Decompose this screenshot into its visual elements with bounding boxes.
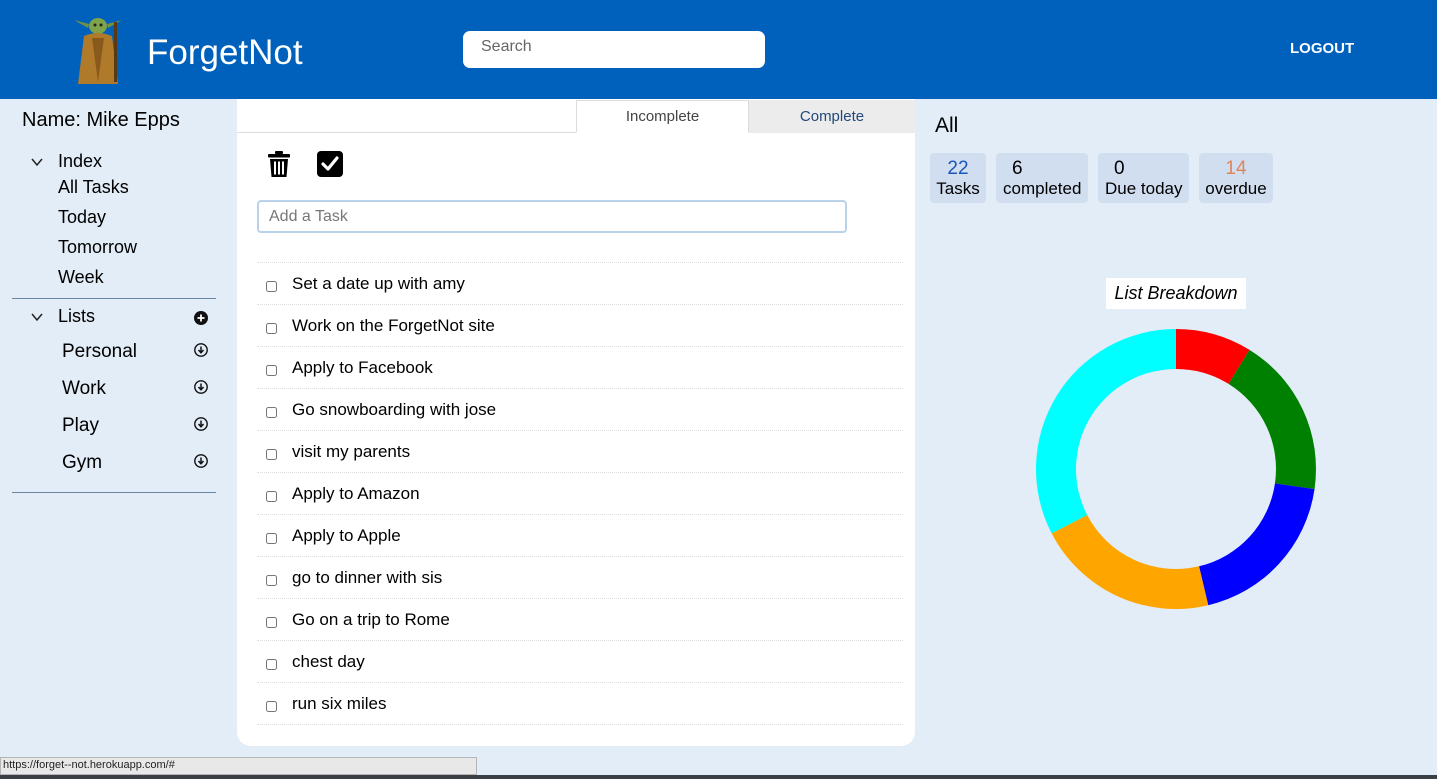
search-input[interactable] <box>463 31 765 68</box>
task-panel: Incomplete Complete Set a date up with a… <box>237 99 915 746</box>
tab-incomplete[interactable]: Incomplete <box>576 100 749 133</box>
sidebar-item-week[interactable]: Week <box>58 267 104 288</box>
donut-slice-4[interactable] <box>1051 514 1209 609</box>
task-checkbox[interactable] <box>266 281 277 292</box>
stat-overdue-label: overdue <box>1205 179 1267 198</box>
stat-completed-value: 6 <box>1012 158 1023 179</box>
task-row: go to dinner with sis <box>257 557 903 599</box>
task-label[interactable]: Apply to Amazon <box>292 484 420 504</box>
stat-overdue: 14 overdue <box>1199 153 1273 203</box>
app-header: ForgetNot LOGOUT <box>0 0 1437 99</box>
task-label[interactable]: Go on a trip to Rome <box>292 610 450 630</box>
task-checkbox[interactable] <box>266 533 277 544</box>
summary-title: All <box>935 114 959 137</box>
donut-slice-5[interactable] <box>1036 329 1176 534</box>
add-list-icon[interactable] <box>194 311 208 325</box>
task-row: Go snowboarding with jose <box>257 389 903 431</box>
sidebar-list-personal[interactable]: Personal <box>62 341 137 363</box>
stat-tasks-value: 22 <box>947 158 969 179</box>
list-breakdown-donut-chart <box>1036 329 1316 609</box>
stat-overdue-value: 14 <box>1225 158 1247 179</box>
tab-complete[interactable]: Complete <box>749 100 915 133</box>
trash-icon[interactable] <box>265 149 293 179</box>
task-checkbox[interactable] <box>266 365 277 376</box>
circle-arrow-down-icon[interactable] <box>194 454 208 468</box>
task-row: visit my parents <box>257 431 903 473</box>
add-task-input[interactable] <box>257 200 847 233</box>
brand-name[interactable]: ForgetNot <box>147 33 303 73</box>
yoda-logo-icon[interactable] <box>70 12 126 86</box>
task-row: Work on the ForgetNot site <box>257 305 903 347</box>
task-row: Apply to Amazon <box>257 473 903 515</box>
stat-completed-label: completed <box>1003 179 1082 198</box>
task-row: chest day <box>257 641 903 683</box>
stat-tasks: 22 Tasks <box>930 153 986 203</box>
stat-tasks-label: Tasks <box>936 179 980 198</box>
task-label[interactable]: Go snowboarding with jose <box>292 400 496 420</box>
task-row: Apply to Facebook <box>257 347 903 389</box>
donut-slice-2[interactable] <box>1228 349 1316 490</box>
circle-arrow-down-icon[interactable] <box>194 417 208 431</box>
chevron-down-icon <box>31 313 43 321</box>
sidebar-list-gym[interactable]: Gym <box>62 452 102 474</box>
lists-section-label: Lists <box>58 306 96 326</box>
task-label[interactable]: Apply to Apple <box>292 526 401 546</box>
task-checkbox[interactable] <box>266 449 277 460</box>
task-row: run six miles <box>257 683 903 725</box>
task-label[interactable]: go to dinner with sis <box>292 568 442 588</box>
circle-arrow-down-icon[interactable] <box>194 343 208 357</box>
chart-title: List Breakdown <box>1106 278 1246 309</box>
task-label[interactable]: visit my parents <box>292 442 410 462</box>
task-checkbox[interactable] <box>266 575 277 586</box>
chevron-down-icon <box>31 158 43 166</box>
sidebar-item-tomorrow[interactable]: Tomorrow <box>58 237 137 258</box>
task-row: Set a date up with amy <box>257 263 903 305</box>
task-label[interactable]: Set a date up with amy <box>292 274 465 294</box>
task-checkbox[interactable] <box>266 617 277 628</box>
task-row: Apply to Apple <box>257 515 903 557</box>
sidebar-item-today[interactable]: Today <box>58 207 106 228</box>
task-label[interactable]: chest day <box>292 652 365 672</box>
stat-completed: 6 completed <box>996 153 1088 203</box>
task-checkbox[interactable] <box>266 701 277 712</box>
sidebar-divider <box>12 298 216 299</box>
sidebar-divider <box>12 492 216 493</box>
index-section-label: Index <box>58 151 103 171</box>
circle-arrow-down-icon[interactable] <box>194 380 208 394</box>
lists-section-toggle[interactable]: Lists <box>30 306 95 327</box>
task-label[interactable]: Apply to Facebook <box>292 358 433 378</box>
sidebar-item-all-tasks[interactable]: All Tasks <box>58 177 129 198</box>
task-checkbox[interactable] <box>266 491 277 502</box>
logout-button[interactable]: LOGOUT <box>1290 40 1354 57</box>
task-label[interactable]: run six miles <box>292 694 386 714</box>
task-row: Go on a trip to Rome <box>257 599 903 641</box>
task-checkbox[interactable] <box>266 407 277 418</box>
browser-status-url: https://forget--not.herokuapp.com/# <box>0 757 477 775</box>
task-checkbox[interactable] <box>266 659 277 670</box>
desktop-strip <box>0 775 1437 779</box>
check-square-icon[interactable] <box>316 149 344 179</box>
stat-due-today-value: 0 <box>1114 158 1125 179</box>
stat-due-today: 0 Due today <box>1098 153 1189 203</box>
stat-due-today-label: Due today <box>1105 179 1183 198</box>
task-label[interactable]: Work on the ForgetNot site <box>292 316 495 336</box>
index-section-toggle[interactable]: Index <box>30 151 102 172</box>
user-name: Name: Mike Epps <box>22 109 180 131</box>
sidebar-list-work[interactable]: Work <box>62 378 106 400</box>
task-list: Set a date up with amy Work on the Forge… <box>257 262 903 725</box>
donut-slice-3[interactable] <box>1199 483 1315 606</box>
task-checkbox[interactable] <box>266 323 277 334</box>
sidebar-list-play[interactable]: Play <box>62 415 99 437</box>
